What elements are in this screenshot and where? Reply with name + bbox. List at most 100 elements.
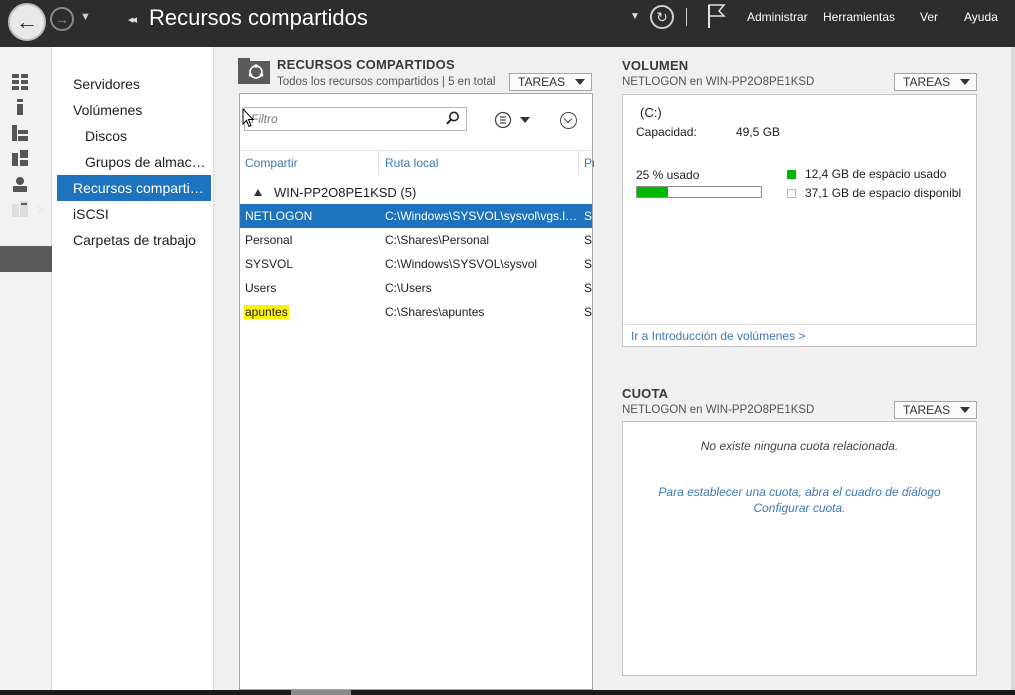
drive-label: (C:): [640, 105, 662, 120]
volumes-overview-link[interactable]: Ir a Introducción de volúmenes >: [631, 329, 805, 343]
share-name: SYSVOL: [245, 257, 294, 271]
tasks-dropdown-icon: [960, 79, 970, 85]
dashboard-icon[interactable]: [12, 74, 28, 90]
forward-button[interactable]: →: [50, 7, 74, 31]
table-row[interactable]: NETLOGON C:\Windows\SYSVOL\sysvol\vgs.lo…: [240, 204, 592, 228]
quota-panel: No existe ninguna cuota relacionada. Par…: [622, 421, 977, 676]
table-row[interactable]: Personal C:\Shares\Personal SMB: [240, 228, 592, 252]
shares-tasks-button[interactable]: TAREAS: [509, 73, 592, 91]
toolbar-divider: [686, 8, 687, 26]
file-services-icon[interactable]: [12, 201, 28, 217]
title-bar: ← → ▼ ◂◂ Recursos compartidos ▼ ↻ Admini…: [0, 0, 1015, 47]
nav-item-grupos-almacenamiento[interactable]: Grupos de almacenamiento: [53, 149, 211, 175]
volume-title: VOLUMEN: [622, 58, 689, 73]
collapse-chevron-icon[interactable]: [560, 112, 577, 129]
column-header-protocolo[interactable]: Protocolo: [580, 151, 594, 175]
share-protocol: SMB: [584, 305, 592, 319]
share-name-cell: apuntes: [244, 300, 374, 324]
share-path: C:\Windows\SYSVOL\sysvol: [385, 257, 538, 271]
taskbar-strip: [0, 690, 1015, 695]
used-space-label: 12,4 GB de espacio usado: [805, 167, 947, 181]
quota-tasks-label: TAREAS: [903, 403, 951, 417]
volume-footer: Ir a Introducción de volúmenes >: [623, 324, 976, 347]
volume-panel: (C:) Capacidad: 49,5 GB 25 % usado 12,4 …: [622, 94, 977, 347]
free-space-label: 37,1 GB de espacio disponible: [805, 186, 961, 200]
nav-item-carpetas-trabajo[interactable]: Carpetas de trabajo: [53, 227, 211, 253]
back-arrow-icon: ←: [16, 9, 38, 34]
expand-arrow-icon[interactable]: ▷: [38, 204, 45, 215]
remote-desktop-icon[interactable]: [12, 176, 28, 192]
free-legend-swatch: [787, 189, 796, 198]
share-protocol: SMB: [584, 233, 592, 247]
shares-panel: Compartir Ruta local Protocolo WIN-PP2O8…: [239, 93, 594, 690]
table-row[interactable]: apuntes C:\Shares\apuntes SMB: [240, 300, 592, 324]
shares-subtitle: Todos los recursos compartidos | 5 en to…: [277, 76, 496, 88]
share-path: C:\Windows\SYSVOL\sysvol\vgs.local\SCRIP…: [385, 209, 578, 223]
menu-administrar[interactable]: Administrar: [747, 10, 808, 24]
nav-item-discos[interactable]: Discos: [53, 123, 211, 149]
refresh-button[interactable]: ↻: [650, 5, 674, 29]
column-headers: Compartir Ruta local Protocolo: [240, 150, 594, 175]
volume-tasks-label: TAREAS: [903, 75, 951, 89]
menu-ayuda[interactable]: Ayuda: [964, 10, 998, 24]
breadcrumb-dropdown-icon[interactable]: ▼: [630, 11, 640, 22]
notifications-flag-icon[interactable]: [706, 3, 726, 29]
filter-input[interactable]: [245, 108, 435, 130]
filter-box[interactable]: [244, 107, 467, 131]
share-protocol: SMB: [584, 257, 592, 271]
usage-bar: [636, 186, 762, 198]
page-title: Recursos compartidos: [149, 5, 368, 30]
table-row[interactable]: SYSVOL C:\Windows\SYSVOL\sysvol SMB: [240, 252, 592, 276]
configure-quota-link[interactable]: Para establecer una cuota, abra el cuadr…: [653, 484, 946, 516]
server-group-row[interactable]: WIN-PP2O8PE1KSD (5): [254, 185, 416, 200]
server-group-label: WIN-PP2O8PE1KSD (5): [274, 185, 417, 200]
shares-title: RECURSOS COMPARTIDOS: [277, 57, 455, 72]
share-name: apuntes: [244, 305, 289, 319]
usage-bar-fill: [637, 187, 668, 197]
column-header-ruta-local[interactable]: Ruta local: [380, 151, 579, 175]
forward-arrow-icon: →: [55, 11, 69, 27]
tasks-dropdown-icon: [960, 407, 970, 413]
volume-subtitle: NETLOGON en WIN-PP2O8PE1KSD: [622, 76, 815, 88]
share-name: NETLOGON: [245, 209, 313, 223]
share-name: Users: [245, 281, 277, 295]
collapse-triangle-icon[interactable]: [254, 189, 262, 196]
search-icon[interactable]: [446, 111, 460, 125]
icon-rail: ▷: [0, 47, 52, 690]
breadcrumb-arrows-icon[interactable]: ◂◂: [128, 13, 137, 26]
shares-tasks-label: TAREAS: [518, 75, 566, 89]
share-path: C:\Shares\apuntes: [385, 305, 485, 319]
refresh-icon: ↻: [656, 8, 668, 25]
list-view-options-icon[interactable]: [494, 111, 534, 129]
share-name: Personal: [245, 233, 293, 247]
quota-subtitle: NETLOGON en WIN-PP2O8PE1KSD: [622, 404, 815, 416]
quota-title: CUOTA: [622, 386, 669, 401]
used-legend-swatch: [787, 170, 796, 179]
mouse-cursor-icon: [242, 108, 254, 128]
capacity-value: 49,5 GB: [736, 125, 781, 139]
content-area: RECURSOS COMPARTIDOS Todos los recursos …: [214, 47, 1011, 690]
menu-ver[interactable]: Ver: [920, 10, 938, 24]
all-servers-icon[interactable]: [12, 125, 28, 141]
rail-selection: [0, 246, 52, 272]
back-button[interactable]: ←: [8, 3, 46, 41]
nav-item-volumenes[interactable]: Volúmenes: [53, 97, 211, 123]
share-protocol: SMB: [584, 209, 592, 223]
table-row[interactable]: Users C:\Users SMB: [240, 276, 592, 300]
used-percent-label: 25 % usado: [636, 168, 700, 182]
navigation-pane: Servidores Volúmenes Discos Grupos de al…: [53, 47, 214, 690]
scrollbar-track[interactable]: [1011, 47, 1015, 690]
roles-icon[interactable]: [12, 150, 28, 166]
nav-item-iscsi[interactable]: iSCSI: [53, 201, 211, 227]
column-header-compartir[interactable]: Compartir: [240, 151, 379, 175]
history-dropdown-icon[interactable]: ▼: [80, 11, 91, 23]
taskbar-item[interactable]: [291, 690, 351, 695]
share-path: C:\Users: [385, 281, 432, 295]
nav-item-servidores[interactable]: Servidores: [53, 71, 211, 97]
no-quota-message: No existe ninguna cuota relacionada.: [700, 439, 899, 453]
local-server-icon[interactable]: [12, 99, 28, 115]
nav-item-recursos-compartidos[interactable]: Recursos compartidos: [57, 175, 211, 201]
volume-tasks-button[interactable]: TAREAS: [894, 73, 977, 91]
menu-herramientas[interactable]: Herramientas: [823, 10, 895, 24]
quota-tasks-button[interactable]: TAREAS: [894, 401, 977, 419]
